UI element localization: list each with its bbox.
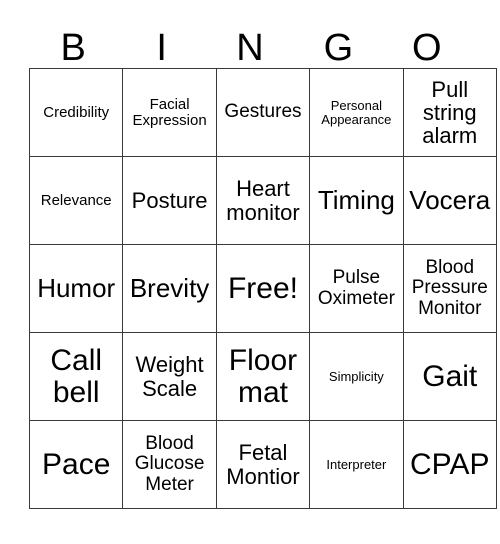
bingo-cell-label: CPAP <box>410 447 490 481</box>
bingo-cell[interactable]: Fetal Montior <box>216 420 311 509</box>
bingo-cell-label: Timing <box>317 184 395 215</box>
bingo-cell-label: Brevity <box>129 272 210 303</box>
bingo-cell-label: Heart monitor <box>226 176 300 225</box>
bingo-cell[interactable]: Blood Glucose Meter <box>122 420 217 509</box>
bingo-cell[interactable]: Heart monitor <box>216 156 311 245</box>
bingo-row: Humor Brevity Free! Pulse Oximeter Blood… <box>29 244 497 333</box>
bingo-cell-label: Weight Scale <box>135 352 204 401</box>
bingo-cell-label: Interpreter <box>326 456 387 472</box>
bingo-cell[interactable]: Pull string alarm <box>403 68 497 157</box>
bingo-cell-label: Posture <box>131 187 208 213</box>
bingo-cell-label: Simplicity <box>328 368 384 384</box>
bingo-cell-label: Vocera <box>409 184 491 215</box>
bingo-cell[interactable]: CPAP <box>403 420 497 509</box>
bingo-row: Call bell Weight Scale Floor mat Simplic… <box>29 332 497 421</box>
header-letter-b: B <box>60 27 86 69</box>
bingo-cell-label: Gait <box>422 359 478 393</box>
bingo-row: Credibility Facial Expression Gestures P… <box>29 68 497 157</box>
bingo-cell-label: Gestures <box>224 101 302 123</box>
bingo-grid: Credibility Facial Expression Gestures P… <box>29 68 497 509</box>
bingo-cell[interactable]: Simplicity <box>309 332 404 421</box>
bingo-card: B I N G O Credibility Facial Expression … <box>29 18 497 509</box>
bingo-cell[interactable]: Credibility <box>29 68 124 157</box>
header-letter-o: O <box>412 27 442 69</box>
bingo-cell-label: Floor mat <box>228 343 298 409</box>
bingo-cell[interactable]: Humor <box>29 244 124 333</box>
header-letter-i: I <box>156 27 167 69</box>
bingo-cell-label: Pull string alarm <box>422 76 478 149</box>
bingo-cell-label: Free! <box>227 271 298 305</box>
bingo-cell[interactable]: Relevance <box>29 156 124 245</box>
bingo-cell[interactable]: Brevity <box>122 244 217 333</box>
bingo-cell[interactable]: Pulse Oximeter <box>309 244 404 333</box>
bingo-cell[interactable]: Personal Appearance <box>309 68 404 157</box>
bingo-row: Pace Blood Glucose Meter Fetal Montior I… <box>29 420 497 509</box>
bingo-cell[interactable]: Posture <box>122 156 217 245</box>
bingo-cell[interactable]: Pace <box>29 420 124 509</box>
bingo-cell[interactable]: Vocera <box>403 156 497 245</box>
bingo-cell-label: Call bell <box>50 343 103 409</box>
bingo-cell[interactable]: Facial Expression <box>122 68 217 157</box>
bingo-cell[interactable]: Gait <box>403 332 497 421</box>
bingo-cell[interactable]: Weight Scale <box>122 332 217 421</box>
bingo-cell-label: Pace <box>42 447 111 481</box>
bingo-cell[interactable]: Interpreter <box>309 420 404 509</box>
bingo-cell[interactable]: Timing <box>309 156 404 245</box>
bingo-cell[interactable]: Gestures <box>216 68 311 157</box>
bingo-cell-label: Blood Glucose Meter <box>134 433 205 495</box>
bingo-cell-label: Credibility <box>43 103 110 121</box>
header-letter-n: N <box>236 27 264 69</box>
bingo-cell-free[interactable]: Free! <box>216 244 311 333</box>
bingo-cell-label: Humor <box>37 272 116 303</box>
bingo-header: B I N G O <box>29 18 471 68</box>
bingo-cell-label: Blood Pressure Monitor <box>411 257 488 319</box>
bingo-cell[interactable]: Call bell <box>29 332 124 421</box>
bingo-cell-label: Fetal Montior <box>226 440 300 489</box>
bingo-cell-label: Facial Expression <box>132 95 207 129</box>
bingo-cell[interactable]: Blood Pressure Monitor <box>403 244 497 333</box>
bingo-cell[interactable]: Floor mat <box>216 332 311 421</box>
bingo-cell-label: Relevance <box>40 191 112 209</box>
bingo-row: Relevance Posture Heart monitor Timing V… <box>29 156 497 245</box>
bingo-cell-label: Personal Appearance <box>321 97 392 127</box>
header-letter-g: G <box>323 27 354 69</box>
bingo-cell-label: Pulse Oximeter <box>317 267 395 309</box>
